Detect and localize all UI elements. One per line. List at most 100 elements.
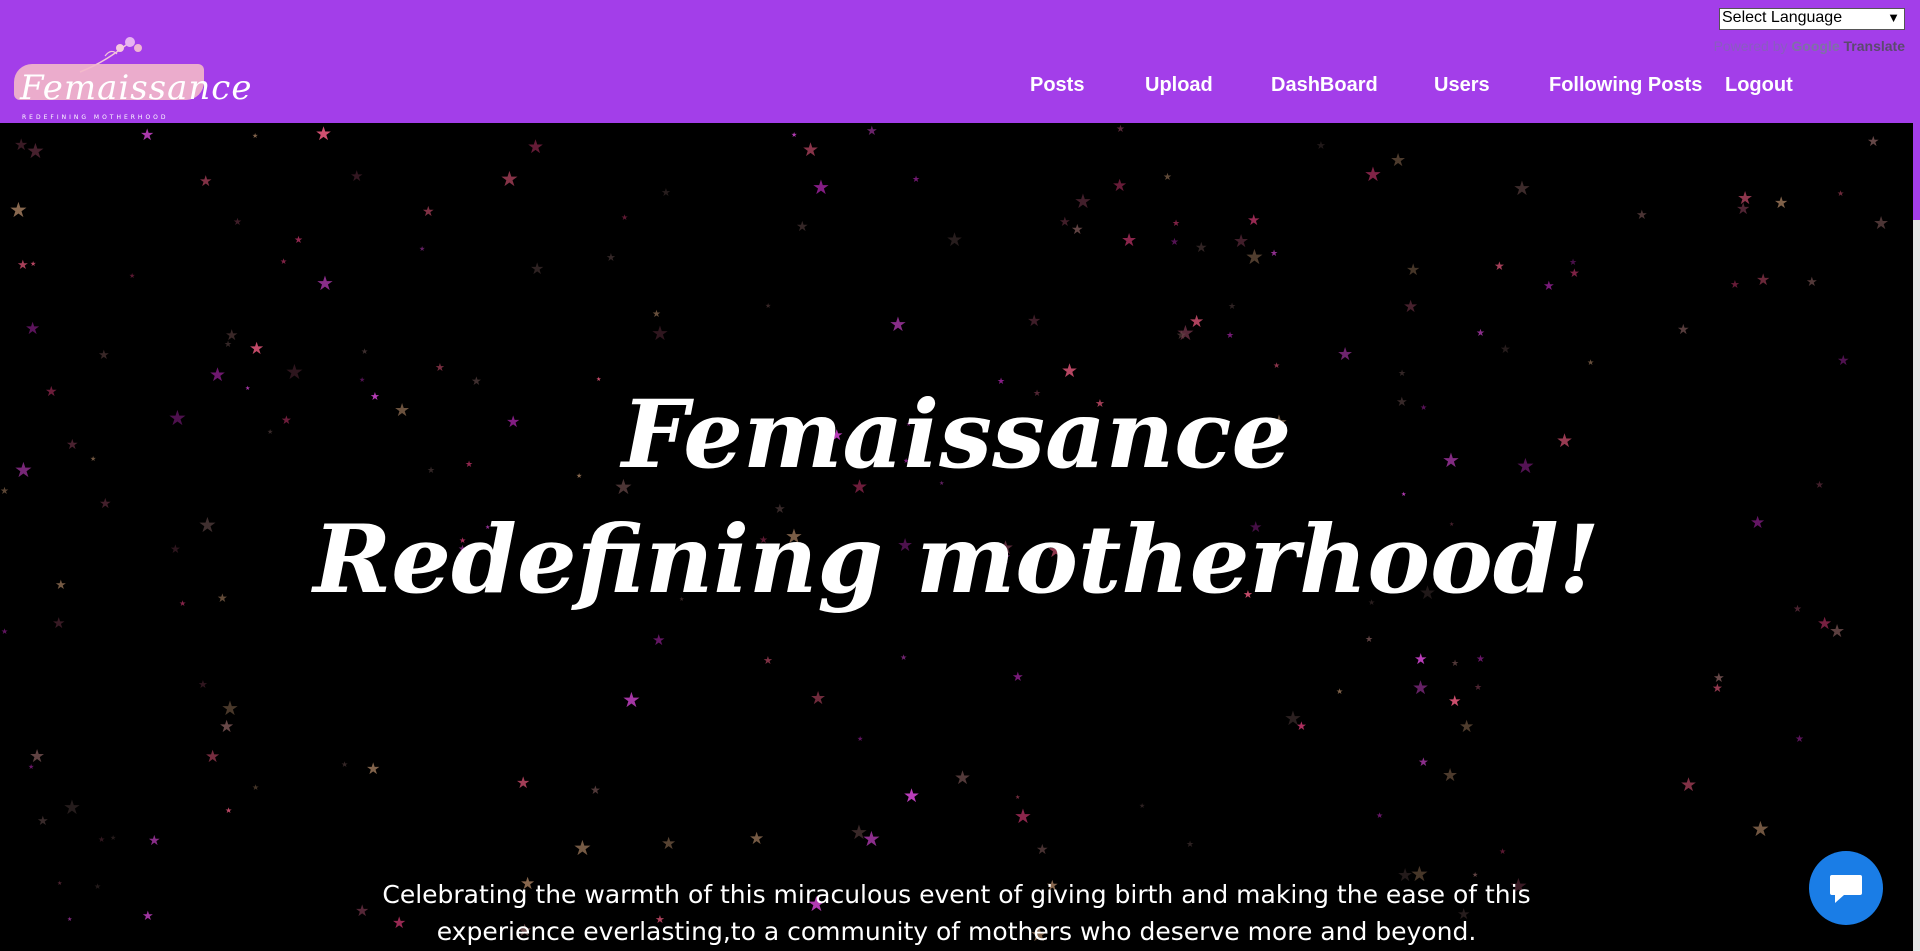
star-decoration: ★	[1406, 260, 1421, 279]
star-decoration: ★	[651, 321, 669, 345]
star-decoration: ★	[29, 746, 46, 767]
star-decoration: ★	[1730, 278, 1740, 291]
star-decoration: ★	[661, 186, 671, 199]
star-decoration: ★	[198, 678, 208, 691]
google-translate-credit[interactable]: Powered by Google Translate	[1714, 38, 1905, 54]
star-decoration: ★	[763, 654, 773, 667]
star-decoration: ★	[500, 167, 519, 191]
nav-dashboard[interactable]: DashBoard	[1271, 74, 1378, 97]
star-decoration: ★	[280, 257, 288, 266]
star-decoration: ★	[791, 131, 798, 139]
star-decoration: ★	[1569, 266, 1580, 280]
star-decoration: ★	[63, 795, 81, 819]
star-decoration: ★	[1474, 683, 1483, 693]
star-decoration: ★	[219, 717, 235, 737]
star-decoration: ★	[341, 760, 349, 769]
star-decoration: ★	[1867, 134, 1880, 150]
star-decoration: ★	[1837, 353, 1850, 369]
star-decoration: ★	[1459, 717, 1475, 737]
star-decoration: ★	[1036, 842, 1049, 858]
star-decoration: ★	[1403, 297, 1419, 317]
star-decoration: ★	[1195, 240, 1208, 256]
nav-following-posts[interactable]: Following Posts	[1549, 74, 1702, 97]
star-decoration: ★	[1189, 312, 1205, 332]
star-decoration: ★	[1245, 245, 1264, 269]
star-decoration: ★	[652, 309, 661, 320]
star-decoration: ★	[954, 767, 972, 789]
star-decoration: ★	[810, 688, 827, 709]
nav-posts[interactable]: Posts	[1030, 74, 1084, 97]
star-decoration: ★	[1414, 650, 1428, 668]
star-decoration: ★	[350, 167, 364, 185]
star-decoration: ★	[1014, 804, 1032, 828]
star-decoration: ★	[1139, 802, 1146, 810]
star-decoration: ★	[1273, 361, 1281, 370]
star-decoration: ★	[1500, 342, 1511, 356]
star-decoration: ★	[435, 361, 445, 374]
star-decoration: ★	[1751, 817, 1770, 841]
star-decoration: ★	[315, 123, 333, 145]
star-decoration: ★	[1636, 208, 1648, 223]
star-decoration: ★	[621, 213, 629, 222]
hero-title-line1: Femaissance	[621, 380, 1292, 490]
star-decoration: ★	[25, 319, 41, 339]
star-decoration: ★	[1163, 172, 1172, 183]
star-decoration: ★	[1112, 176, 1128, 196]
star-decoration: ★	[1059, 215, 1071, 230]
star-decoration: ★	[1442, 765, 1459, 786]
star-decoration: ★	[1587, 358, 1595, 367]
star-decoration: ★	[17, 258, 29, 273]
star-decoration: ★	[1316, 139, 1326, 152]
star-decoration: ★	[294, 235, 303, 246]
star-decoration: ★	[1365, 635, 1374, 645]
nav-logout[interactable]: Logout	[1725, 74, 1793, 97]
star-decoration: ★	[316, 271, 334, 295]
star-decoration: ★	[516, 773, 531, 792]
star-decoration: ★	[233, 217, 242, 228]
star-decoration: ★	[221, 696, 239, 720]
chat-button[interactable]	[1809, 851, 1883, 925]
star-decoration: ★	[866, 124, 878, 139]
star-decoration: ★	[1401, 491, 1407, 498]
star-decoration: ★	[1228, 302, 1237, 312]
nav-users[interactable]: Users	[1434, 74, 1490, 97]
star-decoration: ★	[796, 219, 809, 235]
chevron-down-icon: ▼	[1887, 10, 1900, 25]
star-decoration: ★	[1499, 847, 1507, 856]
star-decoration: ★	[530, 259, 545, 278]
star-decoration: ★	[1737, 188, 1754, 209]
star-decoration: ★	[26, 139, 45, 163]
star-decoration: ★	[1756, 270, 1771, 289]
star-decoration: ★	[850, 820, 868, 844]
star-decoration: ★	[527, 136, 545, 158]
star-decoration: ★	[802, 139, 820, 161]
star-decoration: ★	[225, 806, 233, 815]
star-decoration: ★	[1226, 331, 1235, 341]
scrollbar-thumb[interactable]	[1913, 0, 1920, 220]
star-decoration: ★	[1680, 774, 1698, 796]
nav-upload[interactable]: Upload	[1145, 74, 1213, 97]
star-decoration: ★	[1712, 681, 1723, 695]
star-decoration: ★	[1806, 275, 1818, 290]
star-decoration: ★	[1015, 794, 1021, 801]
star-decoration: ★	[1448, 692, 1462, 710]
star-decoration: ★	[606, 251, 616, 264]
star-decoration: ★	[1176, 328, 1187, 342]
star-decoration: ★	[573, 836, 592, 860]
star-decoration: ★	[1494, 259, 1505, 273]
star-decoration: ★	[889, 312, 907, 336]
star-decoration: ★	[1412, 677, 1430, 699]
language-select[interactable]: Select Language ▼	[1719, 8, 1905, 30]
star-decoration: ★	[110, 834, 117, 842]
star-decoration: ★	[622, 688, 641, 712]
star-decoration: ★	[812, 175, 830, 199]
star-decoration: ★	[900, 653, 908, 662]
star-decoration: ★	[1270, 249, 1279, 259]
star-decoration: ★	[1247, 211, 1261, 229]
page-scrollbar[interactable]	[1913, 0, 1920, 951]
star-decoration: ★	[1121, 230, 1138, 251]
chat-bubble-icon	[1830, 875, 1862, 903]
star-decoration: ★	[129, 272, 136, 280]
star-decoration: ★	[1476, 328, 1485, 339]
star-decoration: ★	[1074, 189, 1092, 213]
